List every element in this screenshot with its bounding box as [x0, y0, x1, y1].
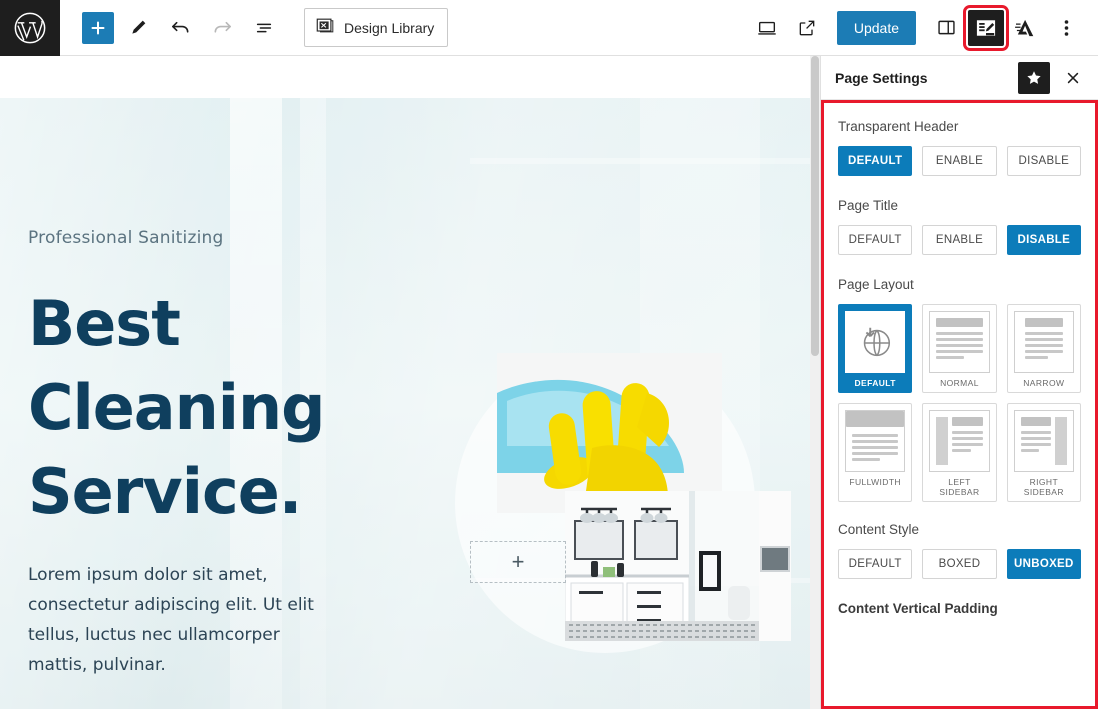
fullwidth-layout-thumb [845, 410, 906, 472]
content-vertical-padding-label: Content Vertical Padding [838, 601, 998, 616]
toolbar-left-group: Design Library [60, 8, 449, 47]
view-external-link-icon[interactable] [789, 10, 825, 46]
more-options-icon[interactable] [1048, 10, 1084, 46]
layout-caption: NORMAL [940, 378, 979, 388]
glove-image[interactable] [497, 353, 722, 513]
content-style-default[interactable]: DEFAULT [838, 549, 913, 579]
bathroom-image[interactable] [565, 491, 791, 641]
close-icon[interactable] [1058, 63, 1088, 93]
background-shelf [470, 158, 810, 164]
transparent-header-default[interactable]: DEFAULT [838, 146, 913, 176]
hero-headline[interactable]: Best Cleaning Service. [28, 282, 448, 534]
edit-pencil-icon[interactable] [120, 10, 156, 46]
page-title-label: Page Title [838, 198, 899, 213]
hero-section[interactable]: + Professional Sanitizing Best Cleaning … [0, 98, 812, 709]
add-block-plus-icon[interactable]: + [512, 551, 525, 573]
page-title-enable[interactable]: ENABLE [922, 225, 997, 255]
design-library-icon [315, 16, 335, 39]
layout-option-fullwidth[interactable]: FULLWIDTH [838, 403, 913, 502]
layout-caption: FULLWIDTH [849, 477, 901, 487]
desktop-preview-icon[interactable] [749, 10, 785, 46]
page-layout-options: DEFAULT NORMAL NARROW FULLWIDTH LEFT SID… [838, 304, 1081, 502]
transparent-header-label: Transparent Header [838, 119, 959, 134]
page-title-disable[interactable]: DISABLE [1006, 225, 1081, 255]
narrow-layout-thumb [1013, 311, 1074, 373]
headline-line: Service. [28, 455, 302, 528]
page-settings-panel: Page Settings Transparent Header DEFAULT… [820, 56, 1098, 709]
hero-paragraph[interactable]: Lorem ipsum dolor sit amet, consectetur … [28, 560, 328, 680]
page-settings-icon[interactable] [963, 4, 1009, 51]
design-library-button[interactable]: Design Library [304, 8, 449, 47]
headline-line: Cleaning [28, 371, 326, 444]
star-icon[interactable] [1018, 61, 1050, 94]
hero-text-group: Professional Sanitizing Best Cleaning Se… [28, 228, 448, 680]
layout-caption: NARROW [1023, 378, 1065, 388]
list-view-icon[interactable] [246, 10, 282, 46]
layout-caption: DEFAULT [854, 378, 896, 388]
toolbar-right-group: Update [749, 4, 1098, 51]
page-title-default[interactable]: DEFAULT [838, 225, 913, 255]
page-layout-label: Page Layout [838, 277, 914, 292]
transparent-header-disable[interactable]: DISABLE [1006, 146, 1081, 176]
layout-caption: RIGHT SIDEBAR [1023, 477, 1064, 497]
scrollbar-thumb[interactable] [811, 56, 819, 356]
content-style-options: DEFAULT BOXED UNBOXED [838, 549, 1081, 579]
empty-block-placeholder[interactable]: + [470, 541, 566, 583]
undo-icon[interactable] [162, 10, 198, 46]
layout-option-right-sidebar[interactable]: RIGHT SIDEBAR [1006, 403, 1081, 502]
right-sidebar-layout-thumb [1013, 410, 1074, 472]
top-toolbar: Design Library Update [0, 0, 1098, 56]
transparent-header-enable[interactable]: ENABLE [922, 146, 997, 176]
content-style-unboxed[interactable]: UNBOXED [1006, 549, 1081, 579]
transparent-header-options: DEFAULT ENABLE DISABLE [838, 146, 1081, 176]
editor-canvas[interactable]: + Professional Sanitizing Best Cleaning … [0, 56, 820, 709]
layout-option-default[interactable]: DEFAULT [838, 304, 913, 393]
panel-body: Transparent Header DEFAULT ENABLE DISABL… [821, 100, 1098, 709]
settings-sidebar-icon[interactable] [928, 10, 964, 46]
layout-caption: LEFT SIDEBAR [939, 477, 980, 497]
globe-icon [845, 311, 906, 373]
normal-layout-thumb [929, 311, 990, 373]
update-button[interactable]: Update [836, 10, 916, 45]
headline-line: Best [28, 287, 181, 360]
design-library-label: Design Library [344, 19, 435, 36]
panel-header: Page Settings [821, 56, 1098, 100]
wordpress-logo-icon[interactable] [0, 0, 60, 56]
layout-option-narrow[interactable]: NARROW [1006, 304, 1081, 393]
redo-icon[interactable] [204, 10, 240, 46]
layout-option-normal[interactable]: NORMAL [922, 304, 997, 393]
canvas-scrollbar[interactable] [810, 56, 820, 709]
content-style-boxed[interactable]: BOXED [922, 549, 997, 579]
add-block-icon[interactable] [82, 11, 114, 44]
left-sidebar-layout-thumb [929, 410, 990, 472]
astra-logo-icon[interactable] [1008, 10, 1044, 46]
page-title: Page Settings [835, 69, 928, 86]
editor-window: Design Library Update + Professional San… [0, 0, 1098, 709]
layout-option-left-sidebar[interactable]: LEFT SIDEBAR [922, 403, 997, 502]
page-title-options: DEFAULT ENABLE DISABLE [838, 225, 1081, 255]
content-style-label: Content Style [838, 522, 920, 537]
hero-eyebrow[interactable]: Professional Sanitizing [28, 228, 448, 248]
